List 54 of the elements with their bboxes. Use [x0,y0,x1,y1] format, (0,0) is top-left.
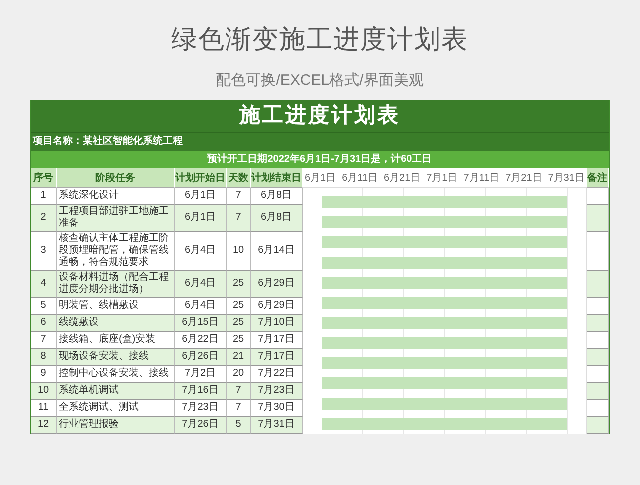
table-cell: 7月10日 [251,315,303,332]
table-cell: 6月26日 [175,349,227,366]
column-header: 天数 [227,168,251,188]
table-cell: 系统单机调试 [57,383,175,400]
project-name: 项目名称：某社区智能化系统工程 [31,132,609,151]
timeline-label: 7月1日 [426,172,458,184]
table-cell: 8 [31,349,57,366]
table-cell [587,417,609,434]
table-cell: 设备材料进场（配合工程进度分期分批进场） [57,271,175,298]
timeline-label: 6月11日 [342,172,378,184]
table-cell: 6月15日 [175,315,227,332]
table-cell: 6月29日 [251,271,303,298]
timeline-label: 7月11日 [464,172,500,184]
table-cell: 6 [31,315,57,332]
table-cell [587,349,609,366]
timeline-label: 6月1日 [305,172,336,184]
page-subtitle: 配色可换/EXCEL格式/界面美观 [216,71,424,90]
table-cell: 6月1日 [175,205,227,232]
table-cell: 7月17日 [251,349,303,366]
table-cell: 4 [31,271,57,298]
table-cell: 6月8日 [251,205,303,232]
table-cell: 12 [31,417,57,434]
table-cell: 7月26日 [175,417,227,434]
table-cell: 10 [31,383,57,400]
sheet-title: 施工进度计划表 [31,100,609,132]
column-header: 计划结束日 [251,168,303,188]
table-cell: 21 [227,349,251,366]
table-cell: 7月16日 [175,383,227,400]
table-cell [587,271,609,298]
table-cell [587,205,609,232]
timeline-label: 7月21日 [506,172,542,184]
column-header: 阶段任务 [57,168,175,188]
table-cell: 5 [227,417,251,434]
table-cell [587,315,609,332]
table-cell: 7月31日 [251,417,303,434]
table-cell: 6月4日 [175,271,227,298]
table-cell: 现场设备安装、接线 [57,349,175,366]
table-cell: 行业管理报验 [57,417,175,434]
table-cell: 线缆敷设 [57,315,175,332]
timeline-label: 6月21日 [384,172,421,184]
table-cell [587,383,609,400]
column-header: 备注 [587,168,609,188]
table-cell: 2 [31,205,57,232]
column-header: 序号 [31,168,57,188]
table-cell: 工程项目部进驻工地施工准备 [57,205,175,232]
column-header: 计划开始日 [175,168,227,188]
table-cell: 7 [227,383,251,400]
page-title: 绿色渐变施工进度计划表 [172,23,468,56]
schedule-summary: 预计开工日期2022年6月1日-7月31日是，计60工日 [31,151,609,168]
timeline-label: 7月31日 [548,172,585,184]
table-cell: 25 [227,271,251,298]
table-cell: 7 [227,205,251,232]
table-cell: 25 [227,315,251,332]
table-cell: 7月23日 [251,383,303,400]
